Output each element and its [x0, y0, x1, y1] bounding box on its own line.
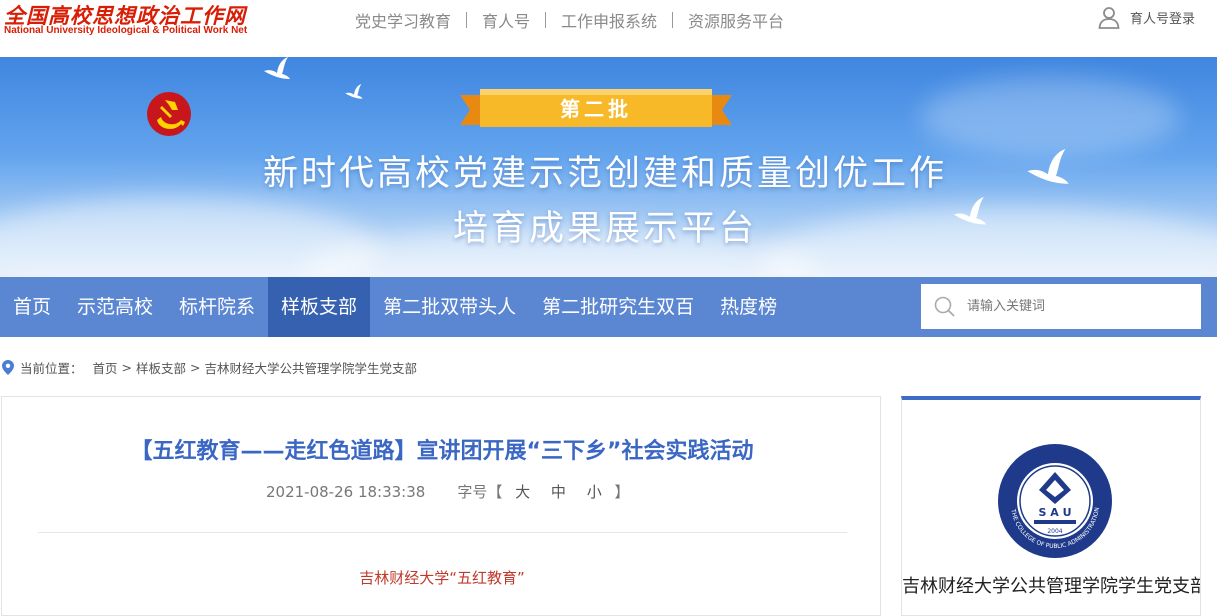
college-seal-logo: S A U 2004 THE COLLEGE OF PUBLIC ADMINIS… — [998, 444, 1112, 558]
tab-model-branches[interactable]: 样板支部 — [268, 277, 371, 337]
login-label: 育人号登录 — [1130, 11, 1196, 27]
ribbon-label: 第二批 — [560, 97, 632, 121]
search-icon[interactable] — [933, 295, 957, 319]
breadcrumb-model-branches[interactable]: 样板支部 — [136, 358, 186, 377]
topnav-resource-platform[interactable]: 资源服务平台 — [673, 8, 799, 32]
hero-banner: 第二批 新时代高校党建示范创建和质量创优工作 培育成果展示平台 — [0, 57, 1217, 277]
seal-letters: S A U — [1038, 506, 1071, 519]
font-size-large-button[interactable]: 大 — [515, 483, 530, 501]
main-nav: 首页 示范高校 标杆院系 样板支部 第二批双带头人 第二批研究生双百 热度榜 — [0, 277, 1217, 337]
breadcrumb-separator: > — [190, 360, 201, 375]
article-divider — [38, 532, 847, 533]
search-box — [921, 284, 1201, 329]
dove-icon — [953, 197, 987, 225]
tab-benchmark-departments[interactable]: 标杆院系 — [166, 277, 268, 337]
article-card: 【五红教育——走红色道路】宣讲团开展“三下乡”社会实践活动 2021-08-26… — [1, 396, 881, 616]
breadcrumb-current: 吉林财经大学公共管理学院学生党支部 — [204, 361, 418, 376]
dove-icon — [345, 84, 363, 99]
branch-name: 吉林财经大学公共管理学院学生党支部 — [902, 576, 1200, 597]
article-first-line: 吉林财经大学“五红教育” — [359, 569, 525, 587]
breadcrumb-home[interactable]: 首页 — [93, 358, 118, 377]
seal-year: 2004 — [1047, 528, 1062, 535]
breadcrumb-prefix: 当前位置： — [20, 361, 83, 376]
location-pin-icon — [2, 360, 14, 375]
party-emblem-icon — [147, 92, 191, 136]
top-nav: 党史学习教育 育人号 工作申报系统 资源服务平台 — [340, 8, 799, 32]
banner-title-line2: 培育成果展示平台 — [452, 209, 757, 249]
font-size-close: 】 — [614, 483, 630, 501]
tab-home[interactable]: 首页 — [0, 277, 64, 337]
login-link[interactable]: 育人号登录 — [1097, 5, 1195, 29]
banner-title-line1: 新时代高校党建示范创建和质量创优工作 — [262, 154, 947, 194]
article-title: 【五红教育——走红色道路】宣讲团开展“三下乡”社会实践活动 — [130, 439, 754, 464]
font-size-label: 字号【 — [457, 483, 503, 501]
topnav-work-system[interactable]: 工作申报系统 — [546, 8, 672, 32]
breadcrumb-separator: > — [121, 360, 133, 375]
font-size-medium-button[interactable]: 中 — [551, 483, 566, 501]
topnav-party-history[interactable]: 党史学习教育 — [340, 8, 466, 32]
dove-icon — [264, 57, 290, 79]
user-icon — [1098, 7, 1120, 29]
tab-graduate-double-hundred[interactable]: 第二批研究生双百 — [529, 277, 707, 337]
font-size-small-button[interactable]: 小 — [587, 483, 602, 501]
tab-popularity-ranking[interactable]: 热度榜 — [707, 277, 790, 337]
article-datetime: 2021-08-26 18:33:38 — [266, 482, 426, 501]
dove-icon — [1027, 149, 1069, 184]
tab-model-universities[interactable]: 示范高校 — [64, 277, 166, 337]
branch-info-card: S A U 2004 THE COLLEGE OF PUBLIC ADMINIS… — [901, 396, 1201, 616]
topnav-yurenhao[interactable]: 育人号 — [467, 8, 545, 32]
tab-double-leaders[interactable]: 第二批双带头人 — [370, 277, 529, 337]
article-meta: 2021-08-26 18:33:38 字号【 大 中 小 】 — [266, 481, 630, 502]
top-bar: 全国高校思想政治工作网 National University Ideologi… — [0, 0, 1217, 57]
breadcrumb: 当前位置： 首页 > 样板支部 > 吉林财经大学公共管理学院学生党支部 — [2, 358, 417, 377]
search-input[interactable] — [967, 299, 1187, 314]
site-logo-en: National University Ideological & Politi… — [4, 25, 248, 36]
font-size-control: 字号【 大 中 小 】 — [457, 481, 629, 502]
